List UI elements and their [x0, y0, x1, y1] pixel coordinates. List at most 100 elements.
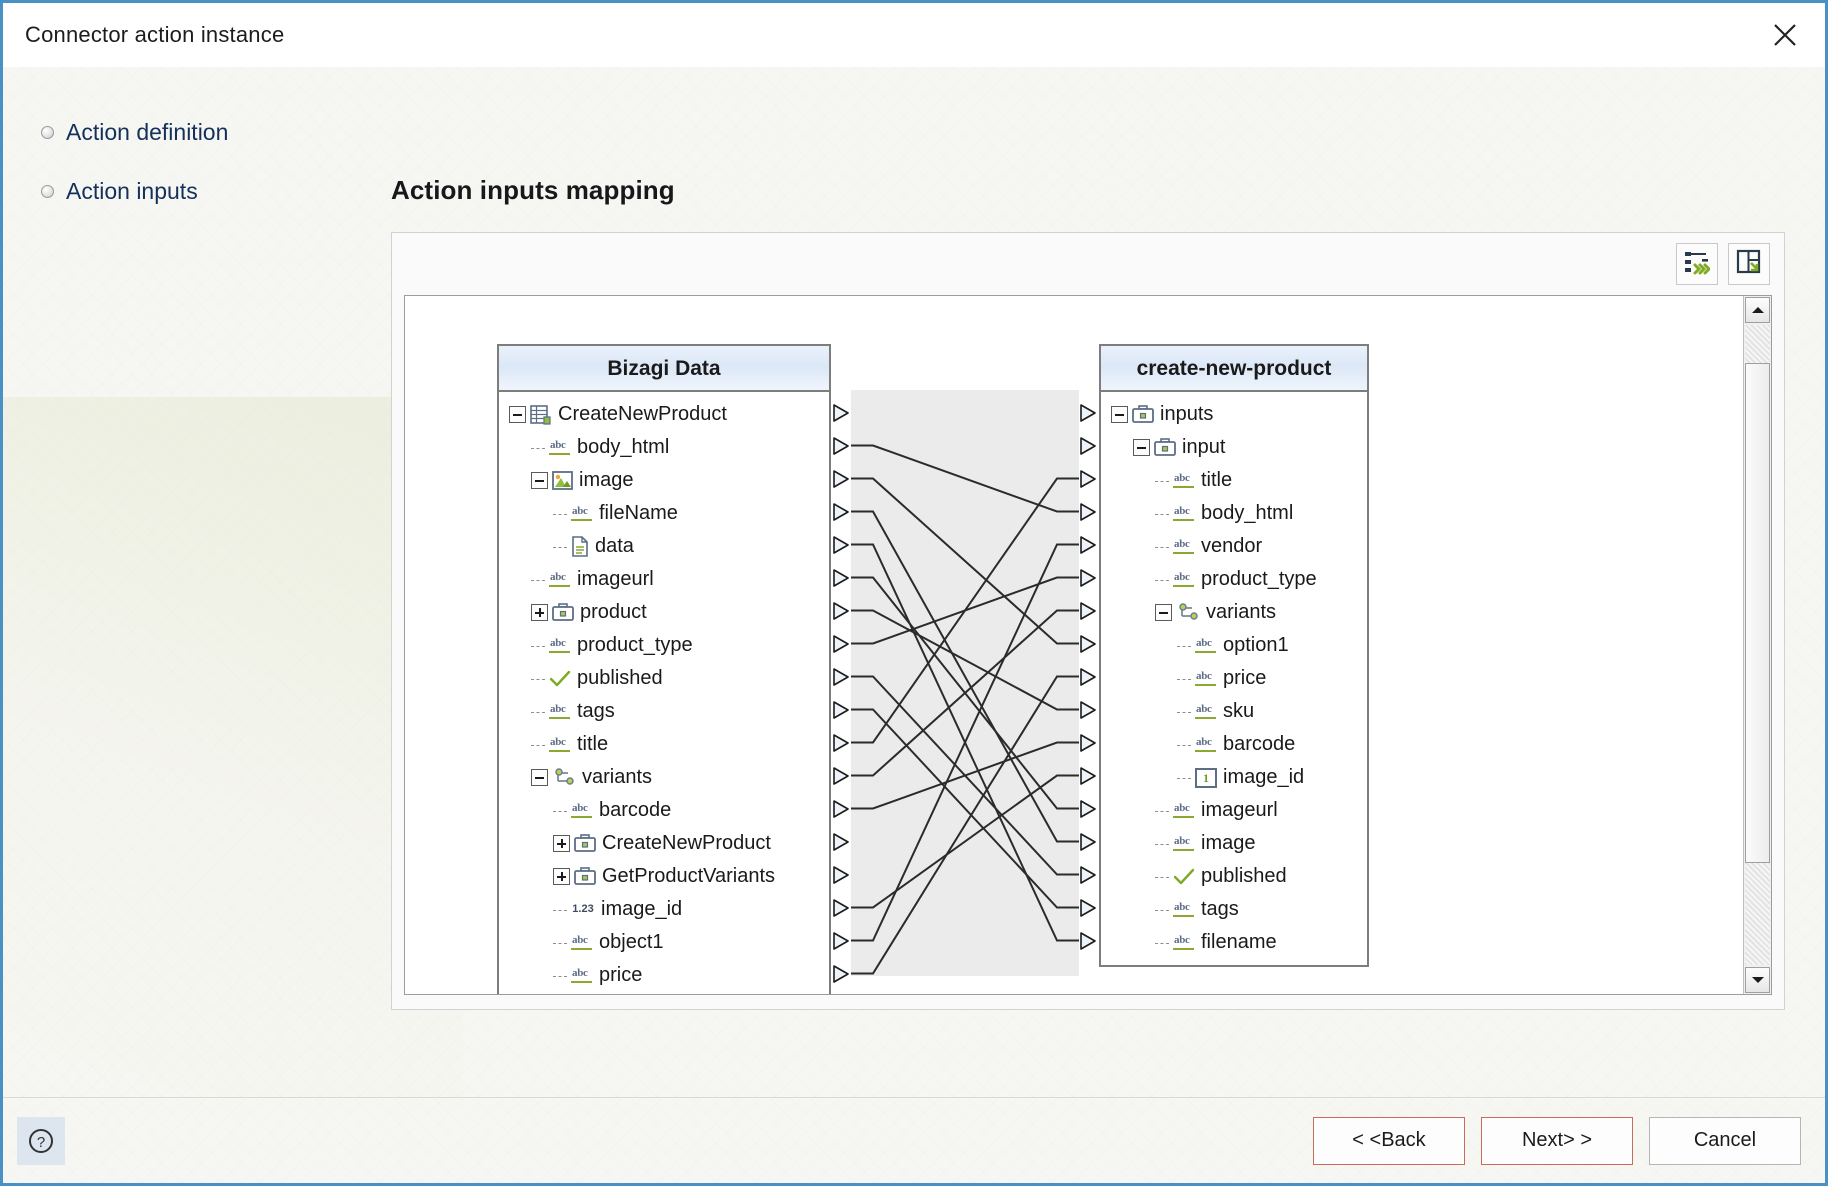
source-tree-row[interactable]: abc tags [499, 695, 829, 728]
tree-collapse-toggle[interactable] [531, 769, 548, 786]
target-tree-row[interactable]: abc sku [1101, 695, 1367, 728]
target-port-arrow[interactable] [1080, 799, 1097, 818]
source-port-arrow[interactable] [833, 700, 850, 719]
tree-row-label: image [1201, 832, 1256, 854]
source-tree-row[interactable]: data [499, 530, 829, 563]
target-tree-row[interactable]: abc body_html [1101, 497, 1367, 530]
source-tree-row[interactable]: abc title [499, 728, 829, 761]
target-port-arrow[interactable] [1080, 403, 1097, 422]
abc-icon: abc [1173, 934, 1195, 951]
tree-collapse-toggle[interactable] [1133, 439, 1150, 456]
vertical-scrollbar[interactable] [1743, 296, 1771, 994]
source-port-arrow[interactable] [833, 964, 850, 983]
target-port-arrow[interactable] [1080, 535, 1097, 554]
source-port-arrow[interactable] [833, 931, 850, 950]
cancel-button[interactable]: Cancel [1649, 1116, 1801, 1165]
target-tree-row[interactable]: abc vendor [1101, 530, 1367, 563]
fit-layout-button[interactable] [1728, 243, 1770, 285]
target-port-arrow[interactable] [1080, 436, 1097, 455]
source-tree-row[interactable]: product [499, 596, 829, 629]
source-port-arrow[interactable] [833, 436, 850, 455]
target-port-arrow[interactable] [1080, 865, 1097, 884]
tree-collapse-toggle[interactable] [531, 472, 548, 489]
source-port-arrow[interactable] [833, 832, 850, 851]
tree-collapse-toggle[interactable] [509, 406, 526, 423]
target-tree-row[interactable]: inputs [1101, 398, 1367, 431]
target-tree-row[interactable]: published [1101, 860, 1367, 893]
tree-branch-line [1155, 538, 1171, 555]
tree-branch-line [1177, 703, 1193, 720]
target-port-arrow[interactable] [1080, 634, 1097, 653]
target-port-arrow[interactable] [1080, 601, 1097, 620]
tree-collapse-toggle[interactable] [1155, 604, 1172, 621]
target-tree-row[interactable]: abc image [1101, 827, 1367, 860]
target-port-arrow[interactable] [1080, 898, 1097, 917]
target-port-arrow[interactable] [1080, 667, 1097, 686]
source-tree-row[interactable]: CreateNewProduct [499, 827, 829, 860]
back-button[interactable]: < <Back [1313, 1116, 1465, 1165]
help-icon[interactable]: ? [17, 1116, 65, 1165]
next-button[interactable]: Next> > [1481, 1116, 1633, 1165]
target-tree-row[interactable]: abc price [1101, 662, 1367, 695]
source-port-arrow[interactable] [833, 535, 850, 554]
target-port-arrow[interactable] [1080, 568, 1097, 587]
target-tree-row[interactable]: 1 image_id [1101, 761, 1367, 794]
target-tree-row[interactable]: abc product_type [1101, 563, 1367, 596]
source-tree-row[interactable]: abc imageurl [499, 563, 829, 596]
source-tree-row[interactable]: abc price [499, 959, 829, 992]
source-port-arrow[interactable] [833, 502, 850, 521]
target-port-arrow[interactable] [1080, 733, 1097, 752]
target-port-arrow[interactable] [1080, 931, 1097, 950]
source-port-arrow[interactable] [833, 865, 850, 884]
scrollbar-track[interactable] [1745, 325, 1770, 965]
close-icon[interactable] [1763, 13, 1807, 57]
target-tree-row[interactable]: input [1101, 431, 1367, 464]
source-port-arrow[interactable] [833, 469, 850, 488]
footer-actions: < <Back Next> > Cancel [1313, 1116, 1801, 1165]
source-tree-row[interactable]: 1.23 image_id [499, 893, 829, 926]
scrollbar-thumb[interactable] [1745, 363, 1770, 863]
dialog-content: Action definition Action inputs Action i… [3, 67, 1825, 1097]
target-port-arrow[interactable] [1080, 700, 1097, 719]
scroll-up-icon[interactable] [1745, 297, 1770, 323]
source-port-arrow[interactable] [833, 403, 850, 422]
source-tree-row[interactable]: GetProductVariants [499, 860, 829, 893]
tree-expand-toggle[interactable] [553, 835, 570, 852]
source-port-arrow[interactable] [833, 634, 850, 653]
source-port-arrow[interactable] [833, 667, 850, 686]
target-tree-row[interactable]: abc option1 [1101, 629, 1367, 662]
target-tree-row[interactable]: abc imageurl [1101, 794, 1367, 827]
target-tree-row[interactable]: abc tags [1101, 893, 1367, 926]
target-port-arrow[interactable] [1080, 469, 1097, 488]
target-port-arrow[interactable] [1080, 766, 1097, 785]
target-port-arrow[interactable] [1080, 832, 1097, 851]
source-port-arrow[interactable] [833, 733, 850, 752]
target-tree-row[interactable]: variants [1101, 596, 1367, 629]
source-port-arrow[interactable] [833, 601, 850, 620]
source-port-arrow[interactable] [833, 898, 850, 917]
tree-expand-toggle[interactable] [553, 868, 570, 885]
scroll-down-icon[interactable] [1745, 967, 1770, 993]
target-tree-row[interactable]: abc filename [1101, 926, 1367, 959]
sidebar-item-action-inputs[interactable]: Action inputs [41, 178, 341, 205]
source-tree-row[interactable]: CreateNewProduct [499, 398, 829, 431]
source-tree-row[interactable]: abc object1 [499, 926, 829, 959]
tree-expand-toggle[interactable] [531, 604, 548, 621]
source-tree-row[interactable]: abc fileName [499, 497, 829, 530]
sidebar-item-action-definition[interactable]: Action definition [41, 119, 341, 146]
source-tree-row[interactable]: image [499, 464, 829, 497]
source-tree-row[interactable]: published [499, 662, 829, 695]
source-tree-row[interactable]: abc product_type [499, 629, 829, 662]
tree-collapse-toggle[interactable] [1111, 406, 1128, 423]
auto-map-button[interactable] [1676, 243, 1718, 285]
mapping-canvas[interactable]: Bizagi Data CreateNewProduct abc body_html… [405, 296, 1743, 994]
target-tree-row[interactable]: abc title [1101, 464, 1367, 497]
source-port-arrow[interactable] [833, 568, 850, 587]
source-tree-row[interactable]: abc body_html [499, 431, 829, 464]
source-tree-row[interactable]: abc barcode [499, 794, 829, 827]
source-tree-row[interactable]: variants [499, 761, 829, 794]
target-port-arrow[interactable] [1080, 502, 1097, 521]
source-port-arrow[interactable] [833, 799, 850, 818]
source-port-arrow[interactable] [833, 766, 850, 785]
target-tree-row[interactable]: abc barcode [1101, 728, 1367, 761]
